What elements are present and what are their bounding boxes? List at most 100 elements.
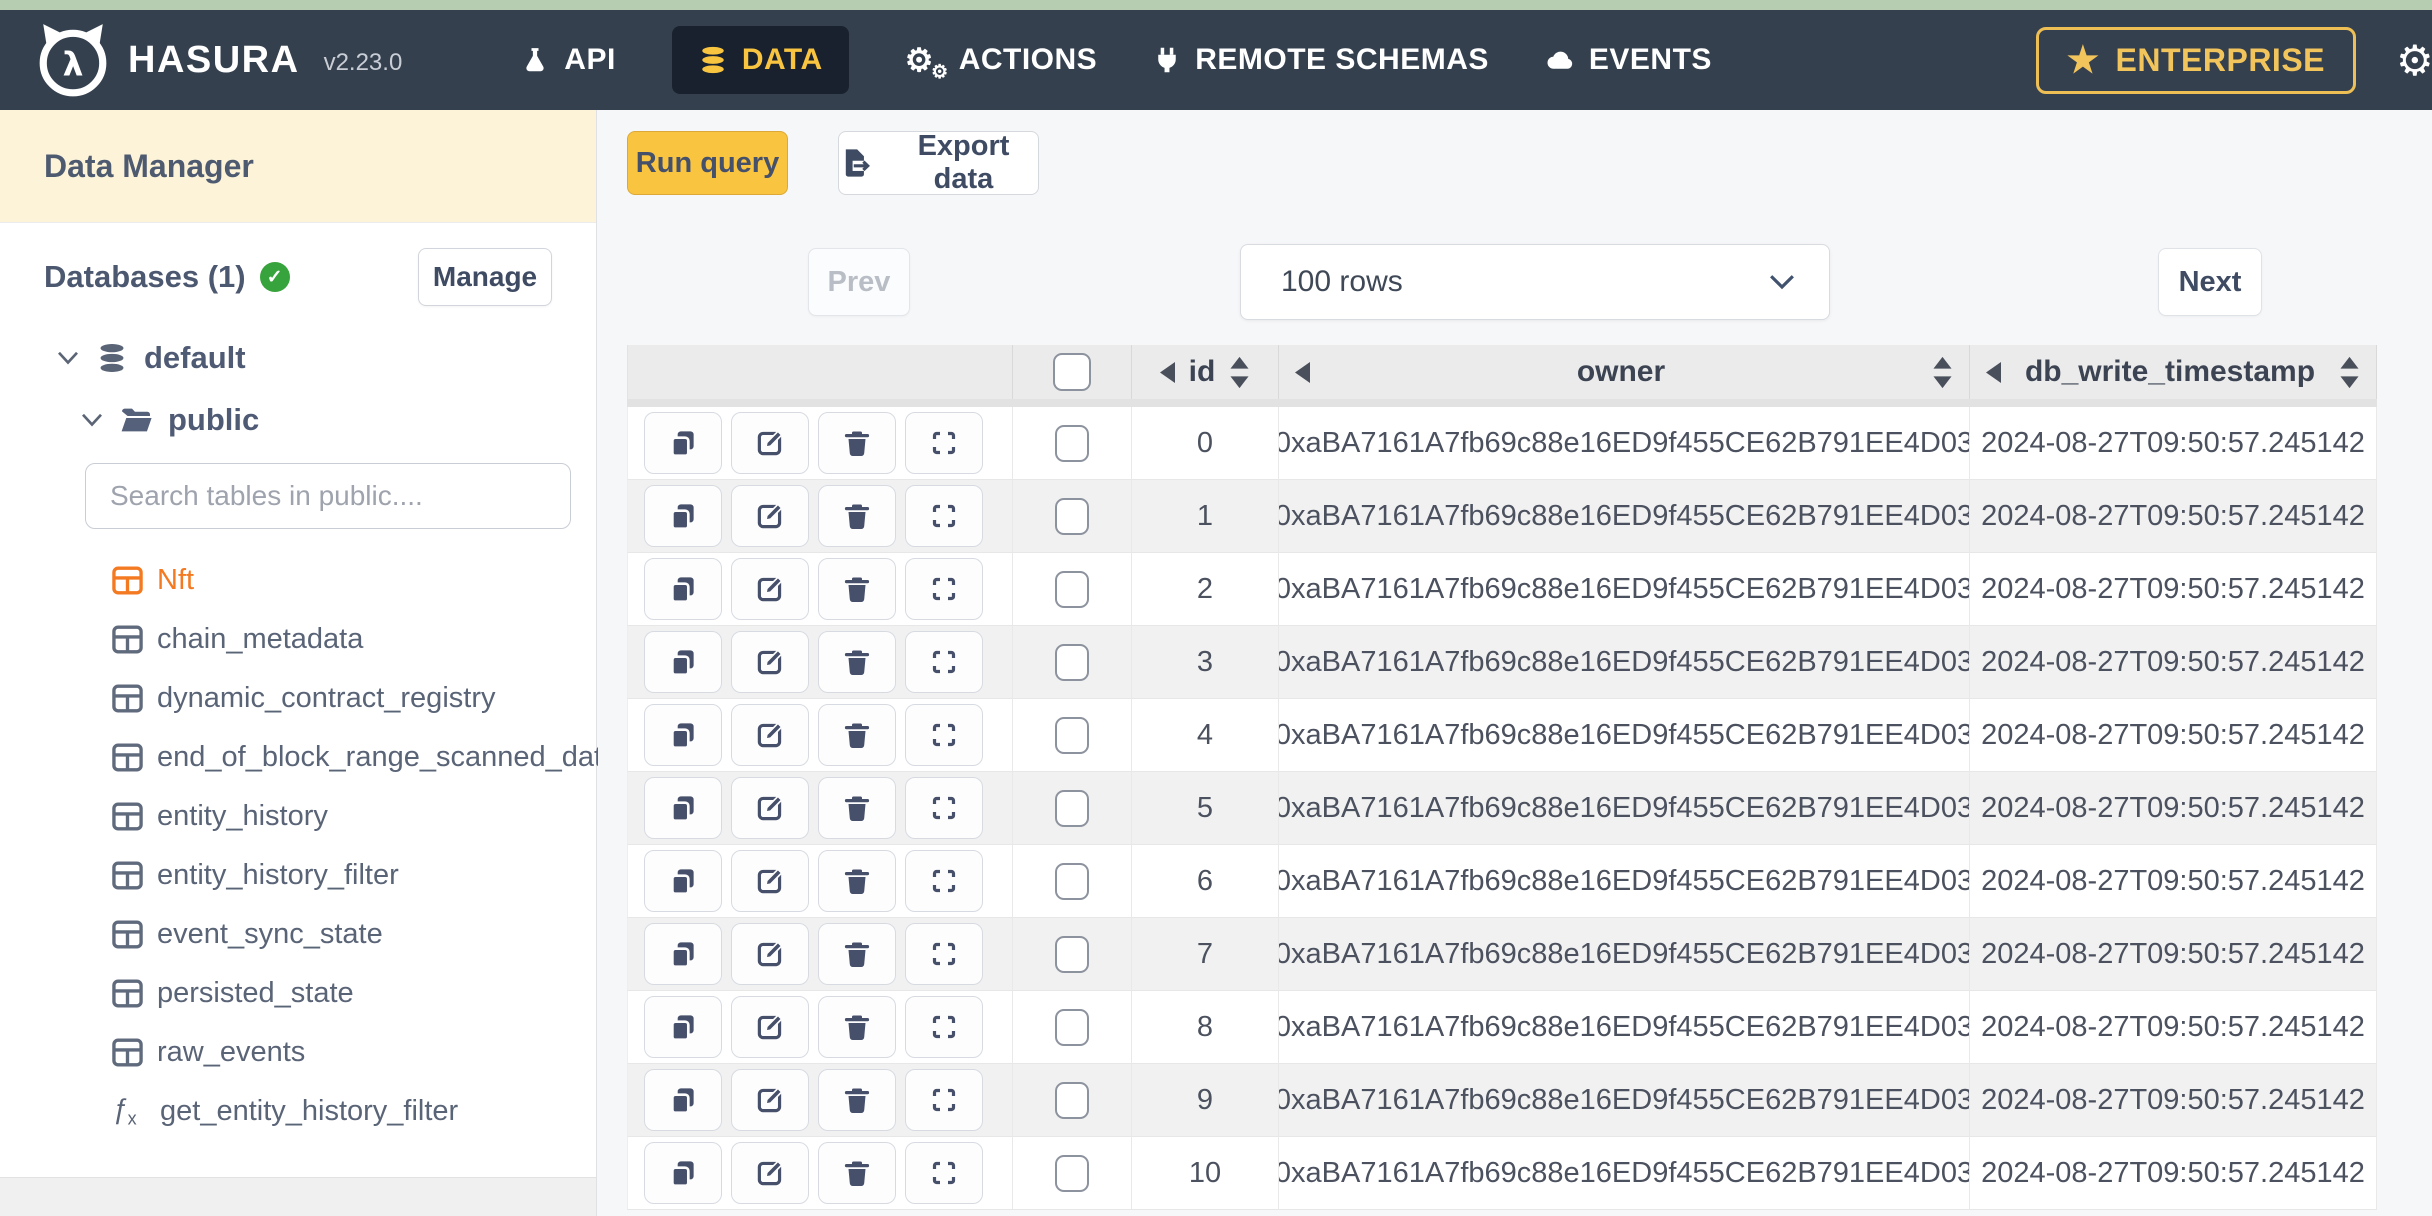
schema-name[interactable]: public [168,402,259,438]
delete-row-button[interactable] [818,631,896,693]
clone-row-button[interactable] [644,777,722,839]
delete-row-button[interactable] [818,923,896,985]
expand-row-button[interactable] [905,850,983,912]
edit-row-button[interactable] [731,412,809,474]
database-name[interactable]: default [144,340,246,376]
delete-row-button[interactable] [818,850,896,912]
expand-row-button[interactable] [905,777,983,839]
edit-row-button[interactable] [731,558,809,620]
collapse-column-icon[interactable] [1159,361,1175,383]
expand-row-button[interactable] [905,923,983,985]
clone-row-button[interactable] [644,631,722,693]
clone-row-button[interactable] [644,1142,722,1204]
sidebar-table-item[interactable]: chain_metadata [0,610,596,669]
column-label[interactable]: db_write_timestamp [2025,355,2315,389]
hasura-logo-icon[interactable]: λ [34,21,112,99]
expand-row-button[interactable] [905,1069,983,1131]
chevron-down-icon[interactable] [56,350,80,366]
delete-row-button[interactable] [818,558,896,620]
chevron-down-icon[interactable] [80,412,104,428]
edit-row-button[interactable] [731,777,809,839]
clone-row-button[interactable] [644,850,722,912]
header-col-owner[interactable]: owner [1279,345,1970,399]
column-label[interactable]: id [1189,355,1216,389]
nav-item-events[interactable]: EVENTS [1545,43,1712,77]
collapse-column-icon[interactable] [1295,361,1310,383]
clone-row-button[interactable] [644,412,722,474]
expand-row-button[interactable] [905,1142,983,1204]
row-checkbox[interactable] [1055,862,1089,900]
export-data-button[interactable]: Export data [838,130,1039,195]
sidebar-table-item[interactable]: entity_history_filter [0,846,596,905]
prev-page-button[interactable]: Prev [808,248,910,316]
tree-node-database[interactable]: default [0,333,596,383]
nav-item-data[interactable]: DATA [671,26,849,94]
collapse-column-icon[interactable] [1986,361,2001,383]
select-all-checkbox[interactable] [1053,353,1091,391]
tree-node-schema[interactable]: public [0,395,596,445]
sidebar-table-item[interactable]: raw_events [0,1023,596,1082]
nav-item-remote-schemas[interactable]: REMOTE SCHEMAS [1153,43,1489,77]
row-checkbox[interactable] [1055,570,1089,608]
header-col-id[interactable]: id [1132,345,1279,399]
run-query-button[interactable]: Run query [627,131,788,195]
header-col-db-write-timestamp[interactable]: db_write_timestamp [1970,345,2377,399]
sort-icon[interactable] [2339,356,2360,389]
expand-row-button[interactable] [905,412,983,474]
row-checkbox[interactable] [1055,424,1089,462]
sidebar-table-item[interactable]: end_of_block_range_scanned_data [0,728,618,787]
row-checkbox[interactable] [1055,497,1089,535]
edit-row-button[interactable] [731,631,809,693]
delete-row-button[interactable] [818,485,896,547]
row-checkbox[interactable] [1055,643,1089,681]
expand-row-button[interactable] [905,996,983,1058]
clone-row-button[interactable] [644,704,722,766]
search-tables-input[interactable] [85,463,571,529]
nav-item-api[interactable]: API [520,43,616,77]
edit-row-button[interactable] [731,1142,809,1204]
clone-row-button[interactable] [644,923,722,985]
manage-button[interactable]: Manage [418,248,552,306]
page-size-select[interactable]: 100 rows [1240,244,1830,320]
sort-icon[interactable] [1932,356,1953,389]
expand-row-button[interactable] [905,485,983,547]
row-checkbox[interactable] [1055,1081,1089,1119]
delete-row-button[interactable] [818,412,896,474]
nav-item-actions[interactable]: ⚙ ⚙ ACTIONS [905,42,1098,82]
clone-row-button[interactable] [644,996,722,1058]
expand-row-button[interactable] [905,631,983,693]
expand-row-button[interactable] [905,704,983,766]
row-checkbox[interactable] [1055,1154,1089,1192]
delete-row-button[interactable] [818,704,896,766]
row-checkbox[interactable] [1055,935,1089,973]
delete-row-button[interactable] [818,996,896,1058]
sidebar-table-item[interactable]: persisted_state [0,964,596,1023]
edit-row-button[interactable] [731,1069,809,1131]
row-checkbox[interactable] [1055,789,1089,827]
clone-row-button[interactable] [644,1069,722,1131]
sidebar-table-item[interactable]: event_sync_state [0,905,596,964]
next-page-button[interactable]: Next [2158,248,2262,316]
edit-row-button[interactable] [731,704,809,766]
edit-row-button[interactable] [731,850,809,912]
enterprise-button[interactable]: ★ ENTERPRISE [2035,26,2356,94]
column-label[interactable]: owner [1577,355,1665,389]
expand-row-button[interactable] [905,558,983,620]
delete-row-button[interactable] [818,1142,896,1204]
sort-icon[interactable] [1229,356,1250,389]
edit-row-button[interactable] [731,996,809,1058]
delete-row-button[interactable] [818,777,896,839]
row-checkbox[interactable] [1055,716,1089,754]
edit-row-button[interactable] [731,485,809,547]
sidebar-table-item[interactable]: Nft [0,551,596,610]
sidebar-table-item[interactable]: entity_history [0,787,596,846]
row-checkbox[interactable] [1055,1008,1089,1046]
clone-row-button[interactable] [644,485,722,547]
clone-row-button[interactable] [644,558,722,620]
sidebar-table-item[interactable]: dynamic_contract_registry [0,669,596,728]
version-label[interactable]: v2.23.0 [324,49,403,77]
edit-row-button[interactable] [731,923,809,985]
settings-gear-icon[interactable]: ⚙ [2396,36,2432,85]
sidebar-function-item[interactable]: ƒx get_entity_history_filter [0,1082,596,1141]
delete-row-button[interactable] [818,1069,896,1131]
